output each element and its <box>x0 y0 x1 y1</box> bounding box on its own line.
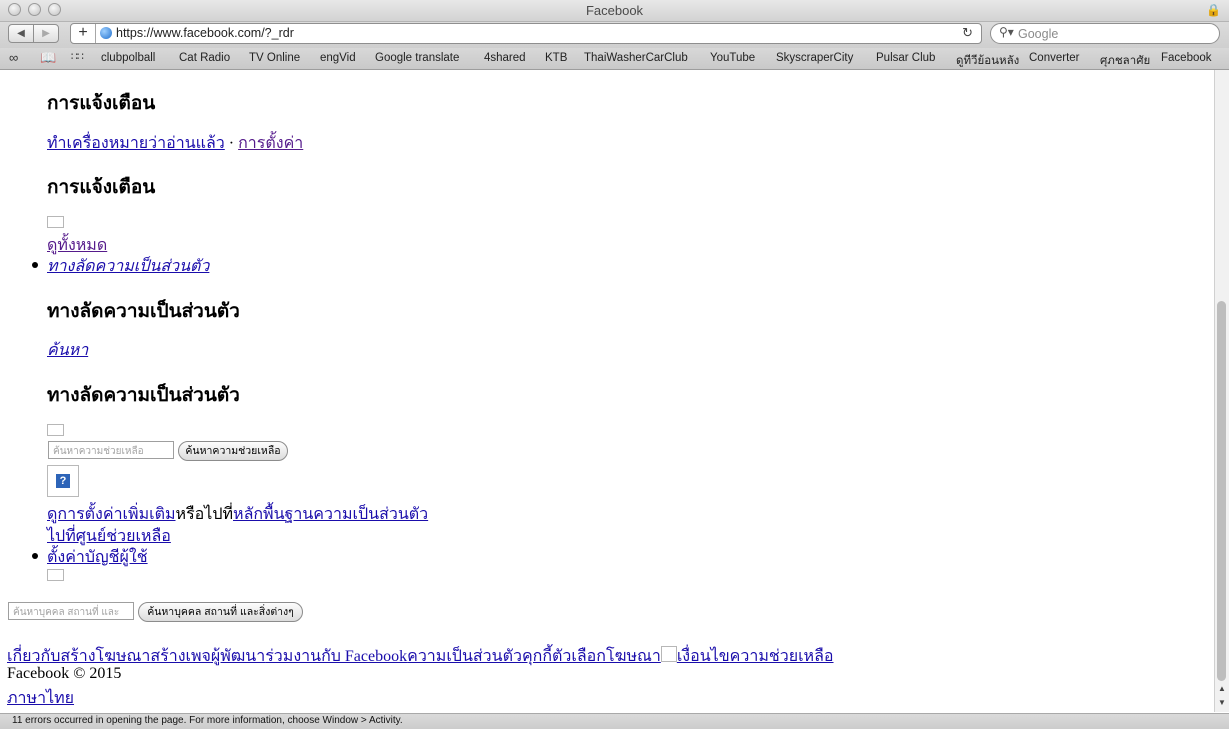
bookmark-item[interactable]: ศุภชลาศัย <box>1100 52 1150 70</box>
notifications-heading: การแจ้งเตือน <box>47 93 156 114</box>
bookmark-item[interactable]: Converter <box>1029 52 1080 64</box>
bookmark-item[interactable]: TV Online <box>249 52 300 64</box>
privacy-heading: ทางลัดความเป็นส่วนตัว <box>47 385 240 406</box>
privacy-shortcuts-link[interactable]: ทางลัดความเป็นส่วนตัว <box>47 254 209 279</box>
magnifier-icon: ⚲▾ <box>999 25 1014 39</box>
privacy-heading: ทางลัดความเป็นส่วนตัว <box>47 301 240 322</box>
notifications-heading: การแจ้งเตือน <box>47 177 156 198</box>
copyright: Facebook © 2015 <box>7 665 122 682</box>
more-settings-link[interactable]: ดูการตั้งค่าเพิ่มเติม <box>47 506 176 523</box>
bookmark-item[interactable]: ThaiWasherCarClub <box>584 52 688 64</box>
help-search-input[interactable]: ค้นหาความช่วยเหลือ <box>48 441 174 459</box>
footer-link-create-page[interactable]: สร้างเพจ <box>150 648 211 665</box>
bookmark-item[interactable]: 4shared <box>484 52 526 64</box>
bookmarks-bar: ∞ 📖 ∷∷ clubpolball Cat Radio TV Online e… <box>0 48 1229 70</box>
mark-read-link[interactable]: ทำเครื่องหมายว่าอ่านแล้ว <box>47 135 225 152</box>
language-link[interactable]: ภาษาไทย <box>7 686 74 711</box>
bookmark-item[interactable]: YouTube <box>710 52 755 64</box>
bookmark-item[interactable]: engVid <box>320 52 356 64</box>
status-message: 11 errors occurred in opening the page. … <box>12 715 403 726</box>
add-bookmark-button[interactable]: + <box>71 24 96 43</box>
help-icon-glyph: ? <box>56 474 70 488</box>
footer-link-privacy[interactable]: ความเป็นส่วนตัว <box>407 648 522 665</box>
footer-link-about[interactable]: เกี่ยวกับ <box>7 648 60 665</box>
globe-icon <box>100 27 112 39</box>
toolbar: ◀ ▶ + https://www.facebook.com/?_rdr ↻ ⚲… <box>0 22 1229 48</box>
footer-link-cookies[interactable]: คุกกี้ <box>522 648 552 665</box>
status-bar: 11 errors occurred in opening the page. … <box>0 713 1229 729</box>
window-title: Facebook <box>585 3 644 18</box>
broken-image <box>660 646 677 662</box>
or-go-text: หรือไปที่ <box>175 506 234 523</box>
people-search-input[interactable]: ค้นหาบุคคล สถานที่ และสิ่งต่างๆ <box>8 602 134 620</box>
scroll-up-icon[interactable]: ▲ <box>1218 684 1226 693</box>
book-icon[interactable]: 📖 <box>40 50 56 66</box>
address-bar[interactable]: + https://www.facebook.com/?_rdr ↻ <box>70 23 982 44</box>
footer-link-create-ad[interactable]: สร้างโฆษณา <box>60 648 150 665</box>
footer-link-developers[interactable]: ผู้พัฒนา <box>211 648 265 665</box>
reading-glasses-icon[interactable]: ∞ <box>9 50 18 65</box>
bookmark-item[interactable]: SkyscraperCity <box>776 52 853 64</box>
footer-link-terms[interactable]: เงื่อนไข <box>677 648 730 665</box>
bookmark-item[interactable]: Cat Radio <box>179 52 230 64</box>
search-placeholder: Google <box>1018 27 1059 41</box>
bookmark-item[interactable]: Pulsar Club <box>876 52 935 64</box>
scroll-thumb[interactable] <box>1217 301 1226 681</box>
bookmark-item[interactable]: clubpolball <box>101 52 155 64</box>
footer-links: เกี่ยวกับสร้างโฆษณาสร้างเพจผู้พัฒนาร่วมง… <box>7 644 834 669</box>
page-content: การแจ้งเตือน ทำเครื่องหมายว่าอ่านแล้ว · … <box>0 70 1214 712</box>
broken-image <box>47 216 64 228</box>
title-bar: Facebook 🔒 <box>0 0 1229 22</box>
list-bullet <box>32 262 38 268</box>
grid-icon[interactable]: ∷∷ <box>71 50 84 63</box>
footer-link-ad-choices[interactable]: ตัวเลือกโฆษณา <box>552 648 661 665</box>
back-button[interactable]: ◀ <box>8 24 34 43</box>
scroll-down-icon[interactable]: ▼ <box>1218 698 1226 707</box>
list-bullet <box>32 553 38 559</box>
reload-icon[interactable]: ↻ <box>962 25 973 41</box>
bookmark-item[interactable]: Facebook <box>1161 52 1212 64</box>
footer-link-careers[interactable]: ร่วมงานกับ Facebook <box>265 648 407 665</box>
bookmark-item[interactable]: Google translate <box>375 52 459 64</box>
forward-button[interactable]: ▶ <box>33 24 59 43</box>
broken-image <box>47 569 64 581</box>
privacy-basics-link[interactable]: หลักพื้นฐานความเป็นส่วนตัว <box>233 506 428 523</box>
bookmark-item[interactable]: ดูทีวีย้อนหลัง <box>956 52 1019 70</box>
notification-actions: ทำเครื่องหมายว่าอ่านแล้ว · การตั้งค่า <box>47 131 303 156</box>
separator: · <box>228 135 235 152</box>
bookmark-item[interactable]: KTB <box>545 52 567 64</box>
help-search-button[interactable]: ค้นหาความช่วยเหลือ <box>178 441 288 461</box>
broken-image <box>47 424 64 436</box>
account-settings-link[interactable]: ตั้งค่าบัญชีผู้ใช้ <box>47 545 148 570</box>
footer-link-help[interactable]: ความช่วยเหลือ <box>730 648 834 665</box>
search-field[interactable]: ⚲▾ Google <box>990 23 1220 44</box>
people-search-button[interactable]: ค้นหาบุคคล สถานที่ และสิ่งต่างๆ <box>138 602 303 622</box>
url-text[interactable]: https://www.facebook.com/?_rdr <box>116 26 294 40</box>
settings-link[interactable]: การตั้งค่า <box>238 135 303 152</box>
help-icon: ? <box>47 465 79 497</box>
search-link[interactable]: ค้นหา <box>47 338 88 363</box>
vertical-scrollbar[interactable]: ▲ ▼ <box>1214 70 1229 712</box>
lock-icon: 🔒 <box>1206 3 1221 17</box>
